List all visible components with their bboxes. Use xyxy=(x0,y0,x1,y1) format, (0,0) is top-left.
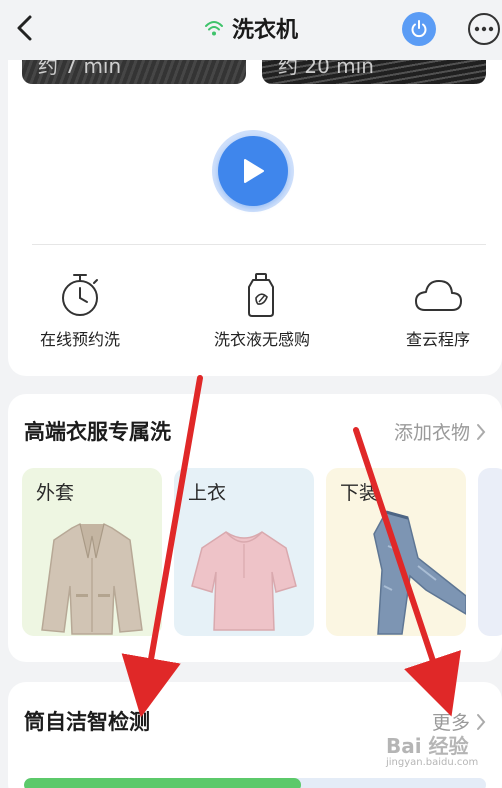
cloud-icon xyxy=(415,280,462,311)
more-button[interactable] xyxy=(468,13,500,45)
category-label: 外套 xyxy=(36,482,75,504)
feature-label: 洗衣液无感购 xyxy=(213,330,310,349)
feature-cloud-programs[interactable]: 查云程序 xyxy=(368,272,502,350)
category-label: 上衣 xyxy=(188,482,227,504)
more-icon xyxy=(474,26,494,32)
feature-label: 查云程序 xyxy=(405,330,470,349)
timer-icon xyxy=(62,274,98,316)
add-clothes-link[interactable]: 添加衣物 xyxy=(394,418,486,445)
feature-online-booking[interactable]: 在线预约洗 xyxy=(10,272,150,350)
clothing-category-more[interactable] xyxy=(478,468,502,636)
chevron-right-icon xyxy=(477,423,486,440)
jeans-icon xyxy=(373,510,466,635)
play-icon xyxy=(244,159,264,183)
start-button[interactable] xyxy=(212,130,294,212)
top-bar: 洗衣机 xyxy=(0,0,502,60)
divider xyxy=(32,244,486,245)
progress-fill xyxy=(24,778,302,788)
power-icon xyxy=(411,20,427,38)
power-button[interactable] xyxy=(402,12,436,46)
category-label: 下装 xyxy=(340,482,379,504)
self-clean-progress xyxy=(24,778,486,788)
clothing-category-top[interactable]: 上衣 xyxy=(174,468,314,636)
coat-icon xyxy=(41,523,143,635)
chevron-right-icon xyxy=(477,713,486,730)
blouse-icon xyxy=(191,531,297,631)
watermark: Bai 经验 jingyan.baidu.com xyxy=(386,734,479,768)
detergent-bottle-icon xyxy=(248,273,274,317)
section-title: 高端衣服专属洗 xyxy=(24,420,171,444)
clothing-category-bottoms[interactable]: 下装 xyxy=(326,468,466,636)
feature-detergent-purchase[interactable]: 洗衣液无感购 xyxy=(192,272,332,350)
page-title: 洗衣机 xyxy=(231,18,298,43)
feature-label: 在线预约洗 xyxy=(39,330,120,349)
clothing-category-coat[interactable]: 外套 xyxy=(22,468,162,636)
wifi-icon xyxy=(204,21,223,36)
premium-wash-card: 高端衣服专属洗 添加衣物 外套 上衣 下装 xyxy=(8,394,502,662)
control-card: 约 7 min 约 20 min 在线预约洗 洗衣液无感购 查云程序 xyxy=(8,40,502,376)
section-title: 筒自洁智检测 xyxy=(24,710,150,734)
